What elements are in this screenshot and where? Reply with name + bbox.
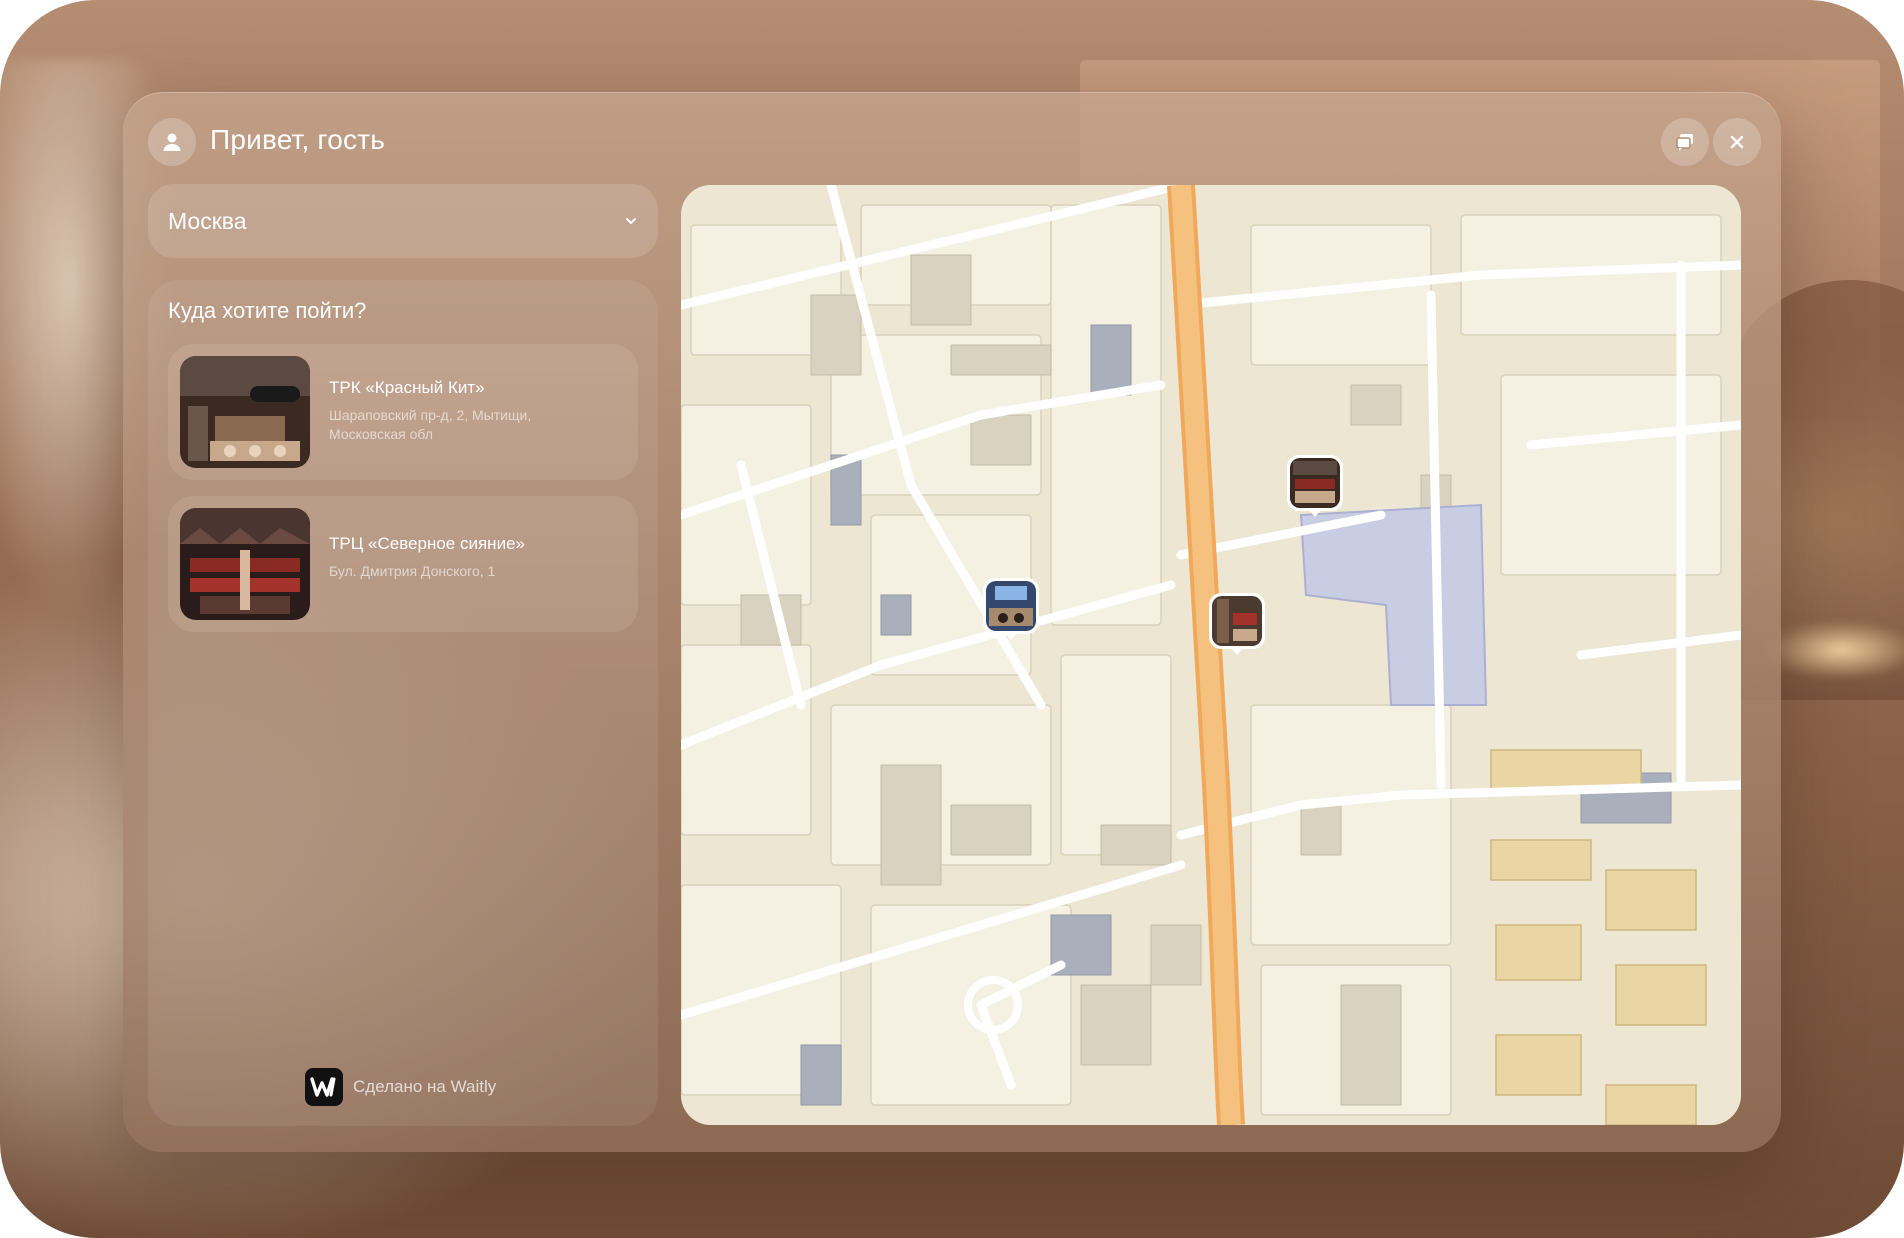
venue-card[interactable]: ТРК «Красный Кит» Шараповский пр-д, 2, М… [168,344,638,480]
venue-photo [180,508,310,620]
map-canvas[interactable] [681,185,1741,1125]
chevron-down-icon [626,218,636,224]
venue-address: Бул. Дмитрия Донского, 1 [329,563,496,579]
greeting-title: Привет, гость [210,124,386,155]
close-icon [1730,135,1744,149]
made-with-waitly-text: Сделано на Waitly [353,1077,497,1096]
user-icon [163,133,181,151]
map-pin-venue[interactable] [1287,455,1343,517]
made-with-waitly[interactable]: Сделано на Waitly [305,1068,496,1106]
background-light [1760,620,1904,680]
venue-card[interactable]: ТРЦ «Северное сияние» Бул. Дмитрия Донск… [168,496,638,632]
chat-button[interactable] [1661,118,1709,166]
venue-name: ТРЦ «Северное сияние» [329,534,525,553]
map-pin-venue[interactable] [1209,593,1265,655]
map[interactable] [681,185,1741,1125]
close-button[interactable] [1713,118,1761,166]
venue-name: ТРК «Красный Кит» [329,378,485,397]
waitly-logo-icon [305,1068,343,1106]
venue-photo [180,356,310,468]
venue-address: Шараповский пр-д, 2, Мытищи, Московская … [329,407,532,442]
city-select-value: Москва [168,207,247,234]
map-pin-venue[interactable] [983,578,1039,640]
user-avatar[interactable] [148,118,196,166]
venue-panel-title: Куда хотите пойти? [168,298,367,323]
chat-icon [1676,134,1693,151]
city-select[interactable]: Москва [148,184,658,258]
